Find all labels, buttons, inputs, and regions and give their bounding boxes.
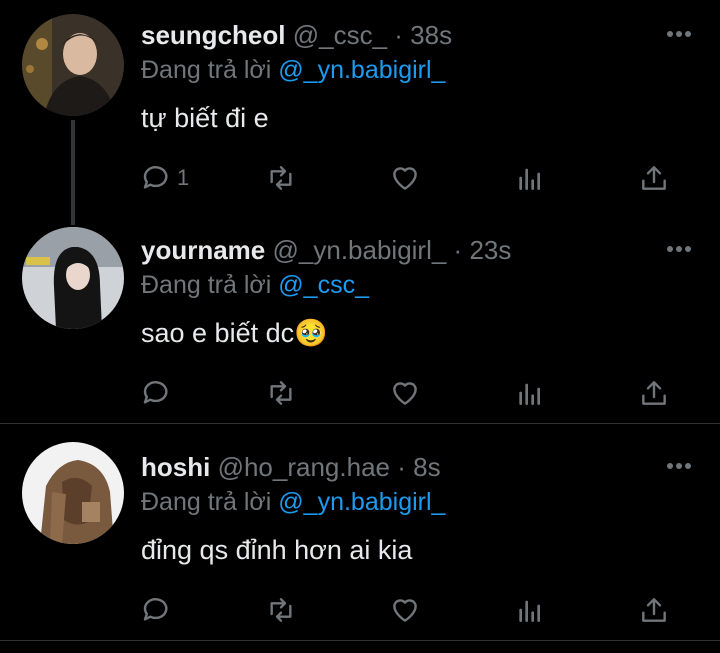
- share-icon: [642, 166, 666, 190]
- timestamp[interactable]: 38s: [410, 20, 452, 50]
- views-icon: [519, 600, 540, 622]
- divider: [0, 423, 720, 424]
- tweet-text: sao e biết dc🥹: [141, 318, 328, 348]
- reply-button[interactable]: [141, 375, 173, 411]
- handle[interactable]: @_yn.babigirl_: [273, 235, 447, 265]
- replying-to: Đang trả lời @_csc_: [141, 268, 369, 302]
- mention-link[interactable]: @_csc_: [278, 271, 369, 299]
- replying-label: Đang trả lời: [141, 271, 272, 299]
- avatar[interactable]: [22, 227, 124, 329]
- reply-count: 1: [177, 165, 190, 190]
- tweet-header: hoshi @ho_rang.hae · 8s: [141, 452, 441, 482]
- replying-to: Đang trả lời @_yn.babigirl_: [141, 485, 445, 519]
- like-icon: [393, 167, 417, 190]
- retweet-button[interactable]: [265, 592, 297, 628]
- display-name[interactable]: seungcheol: [141, 20, 285, 50]
- tweet[interactable]: seungcheol @_csc_ · 38s Đang trả lời @_y…: [0, 0, 720, 210]
- display-name[interactable]: hoshi: [141, 452, 210, 482]
- reply-icon: [143, 166, 168, 189]
- share-icon: [642, 598, 666, 622]
- replying-to: Đang trả lời @_yn.babigirl_: [141, 53, 445, 87]
- avatar[interactable]: [22, 14, 124, 116]
- mention-link[interactable]: @_yn.babigirl_: [278, 488, 445, 516]
- views-button[interactable]: [514, 592, 546, 628]
- share-button[interactable]: [638, 160, 670, 196]
- handle[interactable]: @_csc_: [293, 20, 387, 50]
- timestamp[interactable]: 8s: [413, 452, 440, 482]
- display-name[interactable]: yourname: [141, 235, 265, 265]
- like-icon: [393, 382, 417, 405]
- reply-icon: [143, 598, 168, 621]
- retweet-icon: [270, 166, 292, 190]
- divider: [0, 640, 720, 641]
- handle[interactable]: @ho_rang.hae: [218, 452, 390, 482]
- like-button[interactable]: [389, 592, 421, 628]
- views-icon: [519, 168, 540, 190]
- action-bar: [141, 592, 686, 628]
- action-bar: [141, 375, 686, 411]
- tweet[interactable]: hoshi @ho_rang.hae · 8s Đang trả lời @_y…: [0, 432, 720, 642]
- retweet-icon: [270, 598, 292, 622]
- views-icon: [519, 383, 540, 405]
- replying-label: Đang trả lời: [141, 488, 272, 516]
- views-button[interactable]: [514, 375, 546, 411]
- mention-link[interactable]: @_yn.babigirl_: [278, 56, 445, 84]
- reply-button[interactable]: [141, 592, 173, 628]
- tweet-text: đỉng qs đỉnh hơn ai kia: [141, 535, 413, 565]
- share-button[interactable]: [638, 592, 670, 628]
- more-icon[interactable]: [662, 22, 696, 46]
- like-button[interactable]: [389, 375, 421, 411]
- reply-icon: [143, 381, 168, 404]
- tweet-text: tự biết đi e: [141, 103, 269, 133]
- tweet[interactable]: yourname @_yn.babigirl_ · 23s Đang trả l…: [0, 215, 720, 425]
- share-button[interactable]: [638, 375, 670, 411]
- more-icon[interactable]: [662, 237, 696, 261]
- like-button[interactable]: [389, 160, 421, 196]
- share-icon: [642, 381, 666, 405]
- avatar[interactable]: [22, 442, 124, 544]
- retweet-button[interactable]: [265, 160, 297, 196]
- more-icon[interactable]: [662, 454, 696, 478]
- reply-button[interactable]: 1: [141, 160, 189, 196]
- action-bar: 1: [141, 160, 686, 196]
- views-button[interactable]: [514, 160, 546, 196]
- tweet-header: yourname @_yn.babigirl_ · 23s: [141, 235, 512, 265]
- retweet-button[interactable]: [265, 375, 297, 411]
- timestamp[interactable]: 23s: [469, 235, 511, 265]
- retweet-icon: [270, 381, 292, 405]
- replying-label: Đang trả lời: [141, 56, 272, 84]
- like-icon: [393, 599, 417, 622]
- tweet-header: seungcheol @_csc_ · 38s: [141, 20, 453, 50]
